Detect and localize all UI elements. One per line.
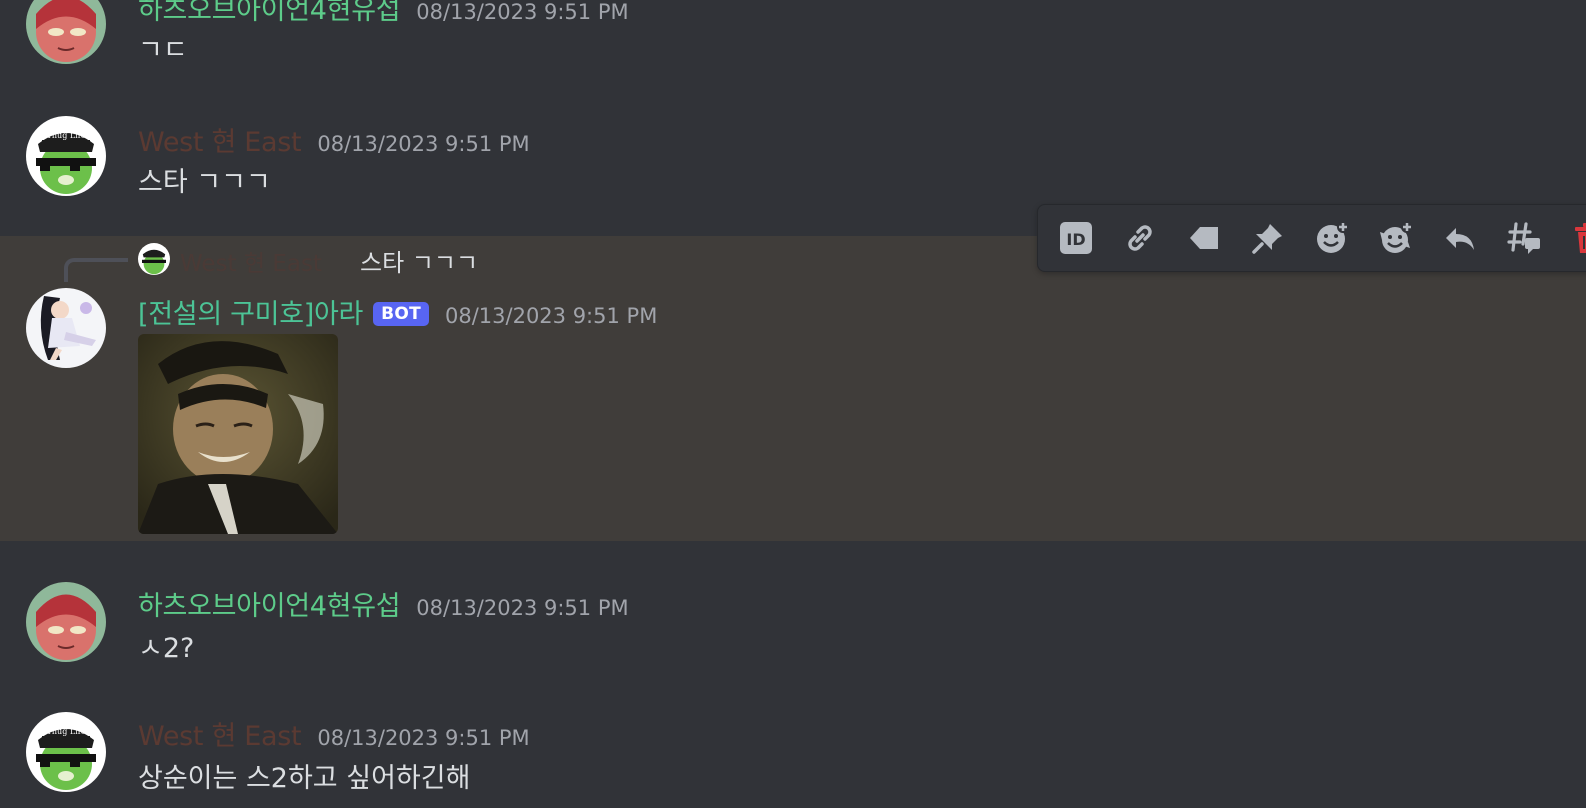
username[interactable]: West 현 East [138, 714, 302, 753]
delete-icon [1575, 223, 1586, 253]
thread-icon [1507, 222, 1540, 254]
timestamp: 08/13/2023 9:51 PM [444, 304, 658, 328]
svg-text:Thug Life: Thug Life [47, 131, 86, 140]
pin-icon [1252, 224, 1282, 254]
copy-id-button[interactable]: ID [1044, 206, 1108, 270]
timestamp: 08/13/2023 9:51 PM [317, 726, 530, 750]
username[interactable]: 하츠오브아이언4현유섭 [138, 584, 401, 623]
reply-icon [1446, 228, 1474, 250]
tag-icon [1190, 227, 1218, 249]
delete-message-button[interactable] [1556, 206, 1586, 270]
message-text: 상순이는 스2하고 싶어하긴해 [138, 763, 471, 794]
timestamp: 08/13/2023 9:51 PM [416, 0, 629, 24]
reply-button[interactable] [1428, 206, 1492, 270]
chat-messages: 하츠오브아이언4현유섭 08/13/2023 9:51 PM ㄱㄷ Thug L… [0, 0, 1586, 808]
gif-image[interactable] [138, 334, 338, 534]
copy-link-button[interactable] [1108, 206, 1172, 270]
reply-connector [64, 258, 128, 282]
avatar[interactable] [26, 288, 106, 368]
avatar[interactable] [26, 582, 106, 662]
svg-text:ID: ID [1066, 230, 1085, 249]
avatar[interactable]: Thug Life [26, 116, 106, 196]
link-icon [1128, 225, 1152, 251]
reply-username[interactable]: West 현 East [180, 244, 322, 278]
add-reaction-icon [1317, 221, 1349, 253]
message-text: 스타 ㄱㄱㄱ [138, 167, 271, 198]
add-reaction-button[interactable] [1300, 206, 1364, 270]
message-text: ㄱㄷ [138, 35, 188, 66]
pin-message-button[interactable] [1236, 206, 1300, 270]
bot-badge: BOT [373, 302, 429, 326]
message-text: ㅅ2? [138, 633, 195, 664]
create-thread-button[interactable] [1492, 206, 1556, 270]
timestamp: 08/13/2023 9:51 PM [416, 596, 629, 620]
mark-unread-button[interactable] [1172, 206, 1236, 270]
reply-text[interactable]: 스타 ㄱㄱㄱ [360, 243, 478, 278]
super-reaction-icon [1380, 221, 1413, 253]
reply-avatar[interactable] [138, 243, 170, 275]
message-action-toolbar: ID [1037, 204, 1586, 272]
svg-text:Thug Life: Thug Life [47, 727, 86, 736]
avatar[interactable] [26, 0, 106, 64]
username[interactable]: [전설의 구미호]아라 [138, 292, 363, 331]
id-icon: ID [1060, 222, 1092, 254]
timestamp: 08/13/2023 9:51 PM [317, 132, 530, 156]
username[interactable]: 하츠오브아이언4현유섭 [138, 0, 401, 27]
username[interactable]: West 현 East [138, 120, 302, 159]
avatar[interactable]: Thug Life [26, 712, 106, 792]
super-reaction-button[interactable] [1364, 206, 1428, 270]
